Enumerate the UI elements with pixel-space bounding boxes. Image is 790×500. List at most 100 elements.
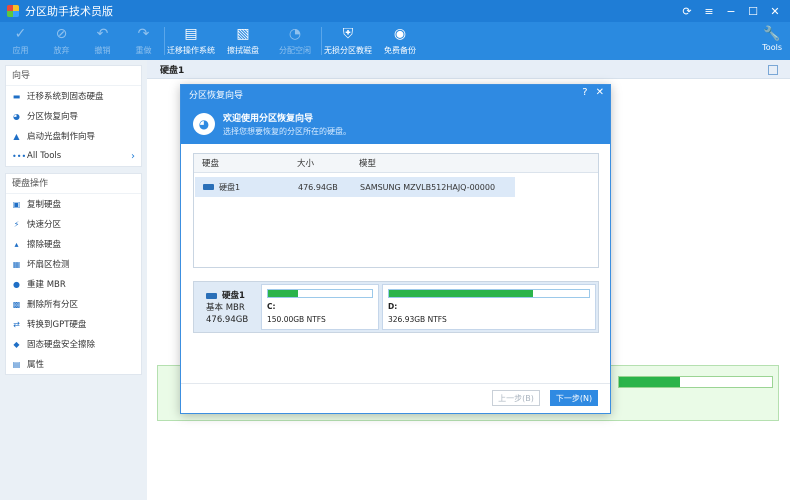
sidebar-item-all-tools[interactable]: ••• All Tools ›	[6, 146, 141, 166]
sidebar-item-label: 启动光盘制作向导	[27, 132, 96, 142]
wizard-panel-title: 向导	[6, 66, 141, 86]
partition-tutorial-label: 无损分区教程	[324, 46, 372, 55]
discard-label: 放弃	[53, 46, 70, 55]
sidebar-item-ssd-erase[interactable]: ◆ 固态硬盘安全擦除	[6, 334, 141, 354]
sidebar-item-copy-disk[interactable]: ▣ 复制硬盘	[6, 194, 141, 214]
column-header-size: 大小	[297, 159, 315, 169]
disk-map-name: 硬盘1	[206, 290, 258, 302]
sidebar-item-rebuild-mbr[interactable]: ● 重建 MBR	[6, 274, 141, 294]
disk-map-info[interactable]: 硬盘1 基本 MBR 476.94GB	[196, 284, 258, 330]
background-usage-fill	[619, 377, 681, 387]
free-backup-button[interactable]: ◉ 免费备份	[374, 22, 426, 60]
redo-label: 重做	[135, 46, 152, 55]
dialog-title-bar: 分区恢复向导 ? ✕	[181, 85, 610, 104]
migrate-os-button[interactable]: ▤ 迁移操作系统	[165, 22, 217, 60]
sidebar: 向导 ▬ 迁移系统到固态硬盘 ◕ 分区恢复向导 ▲ 启动光盘制作向导 ••• A…	[0, 60, 147, 500]
banner-title: 欢迎使用分区恢复向导	[223, 114, 314, 124]
partition-recovery-dialog: 分区恢复向导 ? ✕ ◕ 欢迎使用分区恢复向导 选择您想要恢复的分区所在的硬盘。…	[180, 84, 611, 414]
chevron-right-icon: ›	[131, 150, 135, 162]
hard-disk-icon	[206, 293, 217, 299]
sidebar-item-boot-disk[interactable]: ▲ 启动光盘制作向导	[6, 126, 141, 146]
partition-usage-bar	[267, 289, 373, 298]
tools-button[interactable]: 🔧 Tools	[762, 25, 782, 52]
dialog-controls: ? ✕	[582, 87, 604, 98]
disk-size: 476.94GB	[298, 182, 338, 192]
view-toggle-icon[interactable]	[768, 65, 778, 75]
close-icon[interactable]: ✕	[764, 5, 786, 18]
sidebar-item-label: 转换到GPT硬盘	[27, 320, 87, 330]
sidebar-item-label: 复制硬盘	[27, 200, 62, 210]
sidebar-item-label: 快速分区	[27, 220, 62, 230]
menu-icon[interactable]: ≡	[698, 5, 720, 18]
disk-model: SAMSUNG MZVLB512HAJQ-00000	[360, 182, 496, 192]
apply-label: 应用	[12, 46, 29, 55]
sidebar-item-label: All Tools	[27, 151, 62, 161]
column-header-model: 模型	[359, 159, 377, 169]
previous-button[interactable]: 上一步(B)	[492, 390, 540, 406]
sidebar-item-bad-sector[interactable]: ▦ 坏扇区检测	[6, 254, 141, 274]
banner-subtitle: 选择您想要恢复的分区所在的硬盘。	[223, 127, 351, 136]
refresh-icon[interactable]: ⟳	[676, 5, 698, 18]
free-backup-label: 免费备份	[384, 46, 416, 55]
undo-button[interactable]: ↶ 撤销	[82, 22, 123, 60]
apply-button[interactable]: ✓ 应用	[0, 22, 41, 60]
disk-header: 硬盘1	[147, 60, 790, 79]
tools-label: Tools	[762, 43, 782, 52]
discard-button[interactable]: ⊘ 放弃	[41, 22, 82, 60]
next-button[interactable]: 下一步(N)	[550, 390, 598, 406]
bad-sector-icon: ▦	[12, 259, 21, 269]
sidebar-item-label: 删除所有分区	[27, 300, 79, 310]
column-header-disk: 硬盘	[202, 159, 220, 169]
sidebar-item-convert-gpt[interactable]: ⇄ 转换到GPT硬盘	[6, 314, 141, 334]
minimize-icon[interactable]: −	[720, 5, 742, 18]
dialog-close-icon[interactable]: ✕	[596, 87, 604, 98]
partition-d[interactable]: D: 326.93GB NTFS	[382, 284, 596, 330]
allocate-space-button[interactable]: ◔ 分配空闲	[269, 22, 321, 60]
disk-table: 硬盘 大小 模型 硬盘1 476.94GB SAMSUNG MZVLB512HA…	[193, 153, 599, 268]
table-row[interactable]: 硬盘1 476.94GB SAMSUNG MZVLB512HAJQ-00000	[195, 177, 515, 197]
sidebar-item-partition-recovery[interactable]: ◕ 分区恢复向导	[6, 106, 141, 126]
sidebar-item-erase-disk[interactable]: ▴ 擦除硬盘	[6, 234, 141, 254]
copy-disk-icon: ▣	[12, 199, 21, 209]
sidebar-item-label: 擦除硬盘	[27, 240, 62, 250]
maximize-icon[interactable]: ☐	[742, 5, 764, 18]
quick-partition-icon: ⚡	[13, 219, 20, 229]
help-icon[interactable]: ?	[582, 87, 587, 98]
recovery-icon: ◕	[13, 111, 20, 121]
sidebar-item-quick-partition[interactable]: ⚡ 快速分区	[6, 214, 141, 234]
banner-text: 欢迎使用分区恢复向导 选择您想要恢复的分区所在的硬盘。	[223, 111, 351, 137]
properties-icon: ▤	[12, 359, 21, 369]
rebuild-mbr-icon: ●	[13, 279, 20, 289]
dialog-title: 分区恢复向导	[189, 91, 244, 101]
disk-name: 硬盘1	[219, 182, 241, 192]
delete-partitions-icon: ▩	[12, 299, 21, 309]
disk-header-label: 硬盘1	[160, 65, 185, 76]
migrate-icon: ▬	[12, 91, 21, 101]
sidebar-item-properties[interactable]: ▤ 属性	[6, 354, 141, 374]
disk-map: 硬盘1 基本 MBR 476.94GB C: 150.00GB NTFS D: …	[193, 281, 599, 333]
disk-cell: 硬盘1	[195, 182, 298, 193]
wipe-disk-button[interactable]: ▧ 擦拭磁盘	[217, 22, 269, 60]
partition-c[interactable]: C: 150.00GB NTFS	[261, 284, 379, 330]
sidebar-item-delete-partitions[interactable]: ▩ 删除所有分区	[6, 294, 141, 314]
partition-usage-fill	[389, 290, 533, 297]
undo-icon: ↶	[96, 26, 109, 42]
partition-info: 326.93GB NTFS	[388, 315, 447, 324]
redo-button[interactable]: ↷ 重做	[123, 22, 164, 60]
wipe-disk-label: 擦拭磁盘	[227, 46, 259, 55]
partition-usage-bar	[388, 289, 590, 298]
undo-label: 撤销	[94, 46, 111, 55]
sidebar-item-label: 固态硬盘安全擦除	[27, 340, 96, 350]
sidebar-item-label: 属性	[27, 360, 45, 370]
shield-icon: ⛨	[342, 26, 354, 42]
redo-icon: ↷	[137, 26, 150, 42]
sidebar-item-migrate-ssd[interactable]: ▬ 迁移系统到固态硬盘	[6, 86, 141, 106]
wrench-icon: 🔧	[763, 26, 781, 42]
partition-tutorial-button[interactable]: ⛨ 无损分区教程	[322, 22, 374, 60]
dialog-footer: 上一步(B) 下一步(N)	[181, 383, 610, 413]
hard-disk-icon	[203, 184, 214, 190]
recovery-icon: ◕	[193, 113, 215, 135]
disk-table-header: 硬盘 大小 模型	[194, 154, 598, 173]
dialog-banner: ◕ 欢迎使用分区恢复向导 选择您想要恢复的分区所在的硬盘。	[181, 104, 610, 144]
disk-map-size: 476.94GB	[206, 315, 249, 325]
